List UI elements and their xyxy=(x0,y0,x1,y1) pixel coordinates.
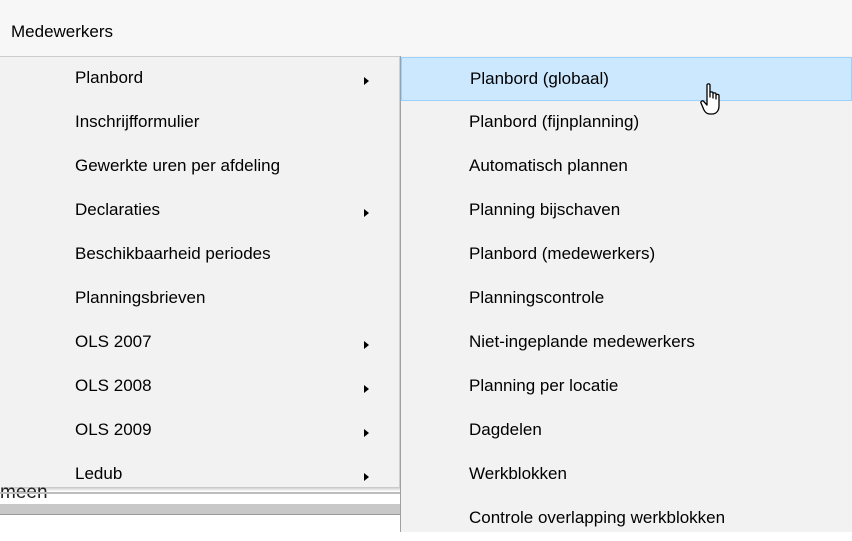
background-divider xyxy=(0,514,400,515)
background-scrollbar xyxy=(0,504,400,514)
submenu-arrow-icon xyxy=(364,385,369,393)
submenu-item-automatisch-plannen[interactable]: Automatisch plannen xyxy=(401,145,852,189)
menu-item-ols-2007[interactable]: OLS 2007 xyxy=(0,321,399,365)
submenu-item-niet-ingeplande-medewerkers[interactable]: Niet-ingeplande medewerkers xyxy=(401,321,852,365)
menu-item-ols-2009[interactable]: OLS 2009 xyxy=(0,409,399,453)
submenu-item-planbord-medewerkers[interactable]: Planbord (medewerkers) xyxy=(401,233,852,277)
menu-item-label: OLS 2007 xyxy=(75,332,152,351)
submenu-arrow-icon xyxy=(364,429,369,437)
submenu-item-werkblokken[interactable]: Werkblokken xyxy=(401,453,852,497)
submenu-item-planbord-globaal[interactable]: Planbord (globaal) xyxy=(401,57,852,101)
menu-item-label: Planningscontrole xyxy=(469,288,605,307)
hand-pointer-icon xyxy=(700,83,720,115)
menu-item-label: Planning bijschaven xyxy=(469,200,621,219)
menu-item-label: OLS 2009 xyxy=(75,420,152,439)
menu-item-declaraties[interactable]: Declaraties xyxy=(0,189,399,233)
menu-item-label: Automatisch plannen xyxy=(469,156,628,175)
submenu-item-controle-overlapping-werkblokken[interactable]: Controle overlapping werkblokken xyxy=(401,497,852,541)
menu-item-label: Planning per locatie xyxy=(469,376,619,395)
menu-item-label: Declaraties xyxy=(75,200,161,219)
submenu-item-planbord-fijnplanning[interactable]: Planbord (fijnplanning) xyxy=(401,101,852,145)
menu-bar: Medewerkers xyxy=(0,0,852,57)
menu-item-label: Controle overlapping werkblokken xyxy=(469,508,726,527)
menu-item-label: Planbord xyxy=(75,68,144,87)
menu-item-label: Dagdelen xyxy=(469,420,542,439)
menu-item-label: Planbord (medewerkers) xyxy=(469,244,656,263)
submenu-item-dagdelen[interactable]: Dagdelen xyxy=(401,409,852,453)
submenu-item-planning-bijschaven[interactable]: Planning bijschaven xyxy=(401,189,852,233)
menu-item-label: Inschrijfformulier xyxy=(75,112,200,131)
submenu-item-planningscontrole[interactable]: Planningscontrole xyxy=(401,277,852,321)
submenu-arrow-icon xyxy=(364,77,369,85)
menu-item-ols-2008[interactable]: OLS 2008 xyxy=(0,365,399,409)
menu-item-planbord[interactable]: Planbord xyxy=(0,57,399,101)
menu-item-beschikbaarheid-periodes[interactable]: Beschikbaarheid periodes xyxy=(0,233,399,277)
submenu-arrow-icon xyxy=(364,209,369,217)
planbord-submenu: Planbord (globaal) Planbord (fijnplannin… xyxy=(400,56,852,532)
menubar-item-medewerkers[interactable]: Medewerkers xyxy=(11,21,113,43)
submenu-item-planning-per-locatie[interactable]: Planning per locatie xyxy=(401,365,852,409)
menu-item-label: Ledub xyxy=(75,464,123,483)
submenu-arrow-icon xyxy=(364,473,369,481)
menu-item-ledub[interactable]: Ledub xyxy=(0,453,399,497)
menu-item-label: Planningsbrieven xyxy=(75,288,206,307)
menu-item-inschrijfformulier[interactable]: Inschrijfformulier xyxy=(0,101,399,145)
menu-item-planningsbrieven[interactable]: Planningsbrieven xyxy=(0,277,399,321)
menu-item-label: OLS 2008 xyxy=(75,376,152,395)
menu-item-label: Planbord (fijnplanning) xyxy=(469,112,640,131)
menu-item-gewerkte-uren[interactable]: Gewerkte uren per afdeling xyxy=(0,145,399,189)
main-dropdown-menu: Planbord Inschrijfformulier Gewerkte ure… xyxy=(0,57,400,487)
menu-item-label: Niet-ingeplande medewerkers xyxy=(469,332,695,351)
menu-item-label: Beschikbaarheid periodes xyxy=(75,244,271,263)
menu-item-label: Werkblokken xyxy=(469,464,567,483)
menu-item-label: Planbord (globaal) xyxy=(470,69,609,88)
submenu-arrow-icon xyxy=(364,341,369,349)
menu-item-label: Gewerkte uren per afdeling xyxy=(75,156,281,175)
